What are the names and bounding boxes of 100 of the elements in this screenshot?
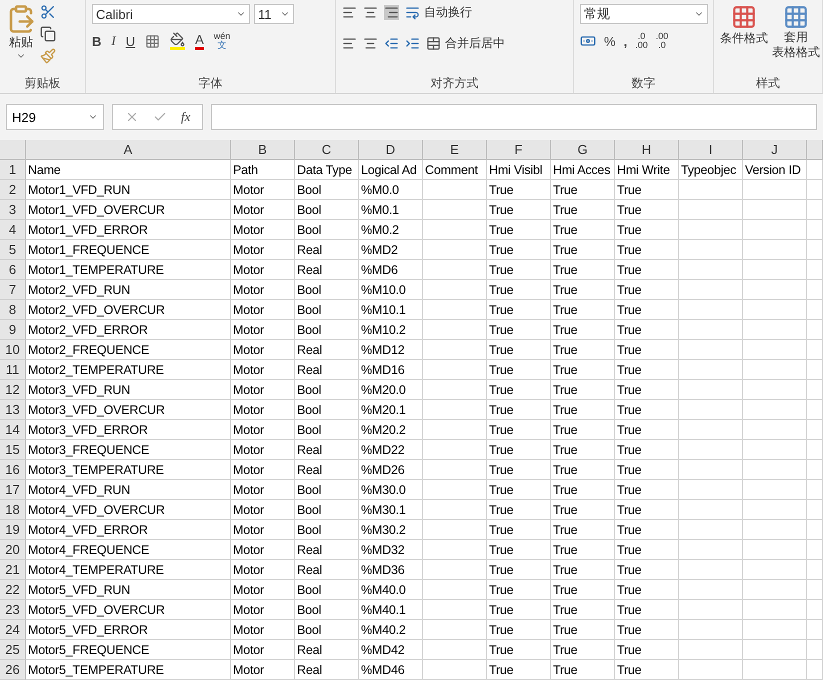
table-cell[interactable]: Motor4_FREQUENCE	[26, 540, 231, 560]
empty-cell[interactable]	[743, 400, 807, 420]
empty-cell[interactable]	[679, 540, 743, 560]
table-cell[interactable]: Motor2_VFD_RUN	[26, 280, 231, 300]
empty-cell[interactable]	[423, 460, 487, 480]
table-cell[interactable]: True	[551, 560, 615, 580]
row-header[interactable]: 11	[0, 360, 26, 380]
row-header[interactable]: 21	[0, 560, 26, 580]
empty-cell[interactable]	[423, 260, 487, 280]
empty-cell[interactable]	[743, 480, 807, 500]
table-cell[interactable]: Motor3_VFD_RUN	[26, 380, 231, 400]
table-cell[interactable]: True	[551, 320, 615, 340]
empty-cell[interactable]	[679, 300, 743, 320]
table-cell[interactable]: Version ID	[743, 160, 807, 180]
empty-cell[interactable]	[423, 340, 487, 360]
empty-cell[interactable]	[679, 660, 743, 680]
table-cell[interactable]: Motor	[231, 260, 295, 280]
table-cell[interactable]: Real	[295, 640, 359, 660]
table-cell[interactable]: True	[615, 340, 679, 360]
table-cell[interactable]: Bool	[295, 580, 359, 600]
table-cell[interactable]: True	[551, 640, 615, 660]
indent-decrease-icon[interactable]	[384, 36, 399, 51]
empty-cell[interactable]	[807, 540, 823, 560]
empty-cell[interactable]	[743, 520, 807, 540]
table-cell[interactable]: True	[487, 580, 551, 600]
percent-button[interactable]: %	[604, 34, 616, 48]
table-cell[interactable]: %M40.2	[359, 620, 423, 640]
row-header[interactable]: 4	[0, 220, 26, 240]
table-cell[interactable]: Motor	[231, 540, 295, 560]
row-header[interactable]: 24	[0, 620, 26, 640]
row-header[interactable]: 16	[0, 460, 26, 480]
empty-cell[interactable]	[423, 360, 487, 380]
empty-cell[interactable]	[743, 500, 807, 520]
table-cell[interactable]: Motor3_FREQUENCE	[26, 440, 231, 460]
empty-cell[interactable]	[423, 560, 487, 580]
table-cell[interactable]: Bool	[295, 400, 359, 420]
format-as-table-button[interactable]: 套用 表格格式	[772, 4, 820, 75]
table-cell[interactable]: Motor3_VFD_ERROR	[26, 420, 231, 440]
empty-cell[interactable]	[807, 600, 823, 620]
table-cell[interactable]: %MD12	[359, 340, 423, 360]
row-header[interactable]: 15	[0, 440, 26, 460]
table-cell[interactable]: True	[551, 420, 615, 440]
table-cell[interactable]: Data Type	[295, 160, 359, 180]
table-cell[interactable]: Real	[295, 540, 359, 560]
bold-button[interactable]: B	[92, 34, 102, 48]
table-cell[interactable]: Motor4_VFD_OVERCUR	[26, 500, 231, 520]
table-cell[interactable]: True	[551, 600, 615, 620]
row-header[interactable]: 8	[0, 300, 26, 320]
table-cell[interactable]: True	[487, 620, 551, 640]
table-cell[interactable]: %M20.2	[359, 420, 423, 440]
table-cell[interactable]: True	[487, 240, 551, 260]
empty-cell[interactable]	[743, 560, 807, 580]
table-cell[interactable]: True	[551, 460, 615, 480]
table-cell[interactable]: True	[615, 260, 679, 280]
empty-cell[interactable]	[807, 440, 823, 460]
empty-cell[interactable]	[807, 620, 823, 640]
middle-align-icon[interactable]	[363, 5, 378, 20]
empty-cell[interactable]	[743, 360, 807, 380]
grid-icon[interactable]	[783, 4, 809, 30]
column-header[interactable]: B	[231, 140, 295, 160]
table-cell[interactable]: True	[487, 380, 551, 400]
empty-cell[interactable]	[679, 360, 743, 380]
table-cell[interactable]: True	[615, 620, 679, 640]
table-cell[interactable]: %M0.2	[359, 220, 423, 240]
table-cell[interactable]: Path	[231, 160, 295, 180]
table-cell[interactable]: True	[487, 600, 551, 620]
table-cell[interactable]: %M40.1	[359, 600, 423, 620]
table-cell[interactable]: Real	[295, 660, 359, 680]
font-size-field[interactable]: 11	[254, 4, 294, 24]
table-cell[interactable]: Bool	[295, 500, 359, 520]
table-cell[interactable]: Real	[295, 560, 359, 580]
table-cell[interactable]: Hmi Acces	[551, 160, 615, 180]
table-cell[interactable]: True	[615, 280, 679, 300]
table-cell[interactable]: %M0.0	[359, 180, 423, 200]
table-cell[interactable]: True	[615, 220, 679, 240]
table-cell[interactable]: %M10.0	[359, 280, 423, 300]
table-cell[interactable]: %MD46	[359, 660, 423, 680]
table-cell[interactable]: Motor2_VFD_OVERCUR	[26, 300, 231, 320]
table-cell[interactable]: Motor1_FREQUENCE	[26, 240, 231, 260]
merge-center-button[interactable]: 合并后居中	[426, 35, 505, 52]
row-header[interactable]: 3	[0, 200, 26, 220]
underline-button[interactable]: U	[126, 34, 136, 48]
empty-cell[interactable]	[807, 400, 823, 420]
table-cell[interactable]: True	[487, 660, 551, 680]
empty-cell[interactable]	[423, 580, 487, 600]
fill-color-icon[interactable]	[170, 32, 186, 50]
table-cell[interactable]: Comment	[423, 160, 487, 180]
column-header[interactable]: C	[295, 140, 359, 160]
table-cell[interactable]: True	[615, 360, 679, 380]
row-header[interactable]: 1	[0, 160, 26, 180]
empty-cell[interactable]	[807, 240, 823, 260]
table-cell[interactable]: True	[551, 620, 615, 640]
copy-icon[interactable]	[40, 26, 56, 42]
row-header[interactable]: 26	[0, 660, 26, 680]
empty-cell[interactable]	[807, 640, 823, 660]
empty-cell[interactable]	[807, 420, 823, 440]
table-cell[interactable]: Real	[295, 240, 359, 260]
empty-cell[interactable]	[679, 320, 743, 340]
table-cell[interactable]: True	[551, 280, 615, 300]
table-cell[interactable]: True	[551, 380, 615, 400]
